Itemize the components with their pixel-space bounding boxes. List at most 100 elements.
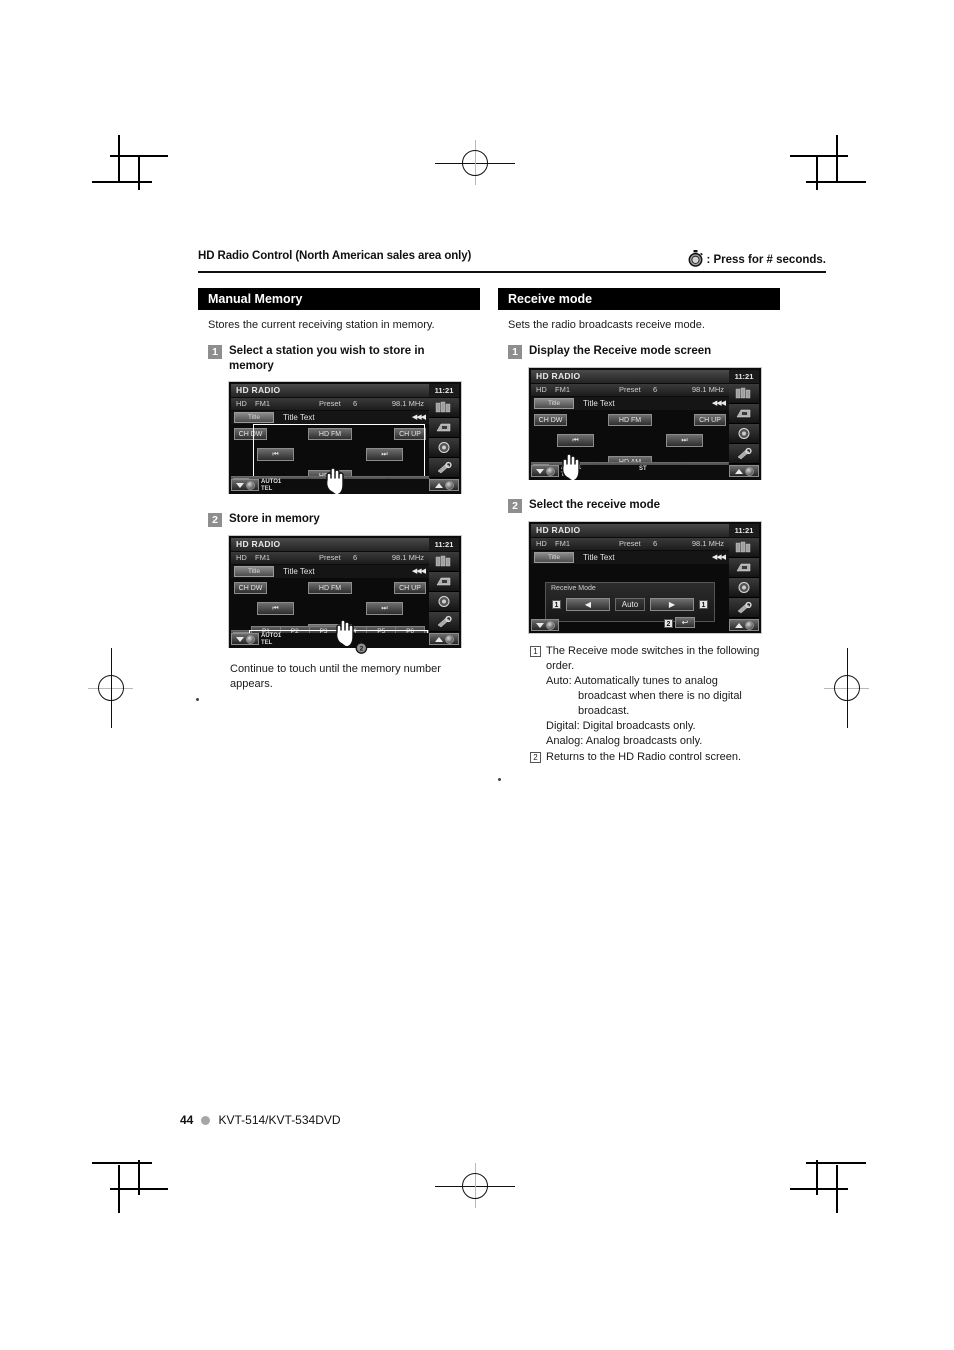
source-icon[interactable] [429, 572, 459, 592]
right-step-1-title: Display the Receive mode screen [529, 345, 712, 357]
unit-clock: 11:21 [729, 370, 759, 383]
unit-scroll-arrows-icon[interactable]: ◀◀◀ [412, 413, 426, 421]
right-step-1-number: 1 [508, 345, 522, 359]
ch-down-button[interactable]: CH DW [234, 428, 267, 440]
unit-title: HD RADIO [531, 524, 729, 537]
ch-up-button[interactable]: CH UP [394, 582, 426, 594]
receive-mode-prev-button[interactable]: ◀ [566, 598, 610, 611]
page-header-title: HD Radio Control (North American sales a… [198, 250, 472, 262]
unit-band: FM1 [555, 385, 570, 394]
unit-scroll-arrows-icon[interactable]: ◀◀◀ [712, 553, 726, 561]
tune-up-button[interactable]: ⏭ [366, 448, 403, 461]
return-arrow-icon[interactable]: ↩ [675, 617, 695, 628]
volume-down-icon[interactable] [231, 479, 259, 491]
registration-mark-left [88, 648, 133, 728]
volume-down-icon[interactable] [531, 465, 559, 477]
tune-down-button[interactable]: ⏮ [557, 434, 594, 447]
unit-frequency: 98.1 MHz [391, 553, 424, 562]
ch-down-button[interactable]: CH DW [234, 582, 267, 594]
bleed-dot-right [498, 778, 501, 781]
unit-display-area: HD RADIO HD FM1 Preset 6 98.1 MHz Title … [531, 524, 729, 631]
legend-text: : Press for # seconds. [706, 254, 826, 266]
unit-side-icon-strip [729, 384, 759, 464]
ch-up-button[interactable]: CH UP [394, 428, 426, 440]
unit-preset-number: 6 [653, 385, 658, 394]
explanation-1-line-7: Analog: Analog broadcasts only. [546, 735, 703, 747]
unit-scroll-arrows-icon[interactable]: ◀◀◀ [412, 567, 426, 575]
unit-side-icon-strip [429, 398, 459, 478]
list-icon[interactable] [429, 552, 459, 572]
unit-band: FM1 [255, 553, 270, 562]
setup-wrench-icon[interactable] [429, 612, 459, 632]
list-icon[interactable] [729, 538, 759, 558]
hd-fm-button[interactable]: HD FM [608, 414, 652, 426]
right-step-2: 2 Select the receive mode HD RADIO HD FM… [498, 498, 780, 634]
tune-down-button[interactable]: ⏮ [257, 448, 294, 461]
receive-mode-description: Sets the radio broadcasts receive mode. [508, 319, 705, 331]
audio-dial-icon[interactable] [729, 424, 759, 444]
explanation-1-line-2: order. [546, 660, 575, 672]
unit-title-button[interactable]: Title [234, 566, 274, 577]
callout-2: 2 [664, 619, 673, 628]
unit-screen-store-memory: HD RADIO HD FM1 Preset 6 98.1 MHz Title … [228, 535, 462, 654]
unit-title: HD RADIO [531, 370, 729, 383]
left-step-1-title: Select a station you wish to store in me… [229, 345, 425, 372]
ch-up-button[interactable]: CH UP [694, 414, 726, 426]
unit-title-button[interactable]: Title [234, 412, 274, 423]
source-icon[interactable] [729, 558, 759, 578]
unit-band: FM1 [255, 399, 270, 408]
right-column: Receive mode Sets the radio broadcasts r… [498, 288, 780, 781]
volume-up-icon[interactable] [729, 465, 759, 477]
explanation-1-line-1: The Receive mode switches in the followi… [546, 645, 760, 657]
volume-down-icon[interactable] [531, 619, 559, 631]
receive-mode-panel: Receive Mode 1 ◀ Auto ▶ 1 [545, 582, 715, 622]
tune-up-button[interactable]: ⏭ [666, 434, 703, 447]
unit-title-text: Title Text [283, 567, 315, 576]
audio-dial-icon[interactable] [429, 438, 459, 458]
left-step-2-number: 2 [208, 513, 222, 527]
callout-1-right: 1 [699, 600, 708, 609]
volume-up-icon[interactable] [729, 619, 759, 631]
volume-down-icon[interactable] [231, 633, 259, 645]
status-tel: TEL [261, 486, 273, 492]
tune-down-button[interactable]: ⏮ [257, 602, 294, 615]
unit-frequency: 98.1 MHz [691, 539, 724, 548]
unit-title-text: Title Text [583, 553, 615, 562]
audio-dial-icon[interactable] [429, 592, 459, 612]
unit-title-button[interactable]: Title [534, 552, 574, 563]
source-icon[interactable] [429, 418, 459, 438]
audio-dial-icon[interactable] [729, 578, 759, 598]
unit-title-text: Title Text [283, 413, 315, 422]
unit-preset-number: 6 [353, 399, 358, 408]
explanation-1: 1 The Receive mode switches in the follo… [530, 644, 780, 659]
section-title-receive-mode: Receive mode [498, 288, 780, 310]
touch-hand-icon [333, 618, 357, 646]
status-auto: AUTO1 [261, 479, 282, 485]
receive-mode-next-button[interactable]: ▶ [650, 598, 694, 611]
unit-scroll-arrows-icon[interactable]: ◀◀◀ [712, 399, 726, 407]
receive-mode-control-row: 1 ◀ Auto ▶ 1 [552, 597, 708, 612]
explanation-2-number: 2 [530, 752, 541, 763]
bleed-dot-left [196, 698, 199, 701]
page-number: 44 [180, 1113, 194, 1127]
setup-wrench-icon[interactable] [429, 458, 459, 478]
volume-up-icon[interactable] [429, 479, 459, 491]
ch-down-button[interactable]: CH DW [534, 414, 567, 426]
unit-title: HD RADIO [231, 538, 429, 551]
setup-wrench-icon[interactable] [729, 444, 759, 464]
svg-text:2: 2 [360, 646, 364, 653]
setup-wrench-icon[interactable] [729, 598, 759, 618]
list-icon[interactable] [429, 398, 459, 418]
hd-fm-button[interactable]: HD FM [308, 428, 352, 440]
unit-info-row: HD FM1 Preset 6 98.1 MHz [531, 384, 729, 396]
unit-side-icon-strip [729, 538, 759, 618]
registration-mark-top [435, 140, 515, 185]
volume-up-icon[interactable] [429, 633, 459, 645]
tune-up-button[interactable]: ⏭ [366, 602, 403, 615]
unit-hd-indicator: HD [536, 539, 547, 548]
hd-fm-button[interactable]: HD FM [308, 582, 352, 594]
unit-title-button[interactable]: Title [534, 398, 574, 409]
source-icon[interactable] [729, 404, 759, 424]
touch-hand-icon [323, 466, 347, 494]
list-icon[interactable] [729, 384, 759, 404]
